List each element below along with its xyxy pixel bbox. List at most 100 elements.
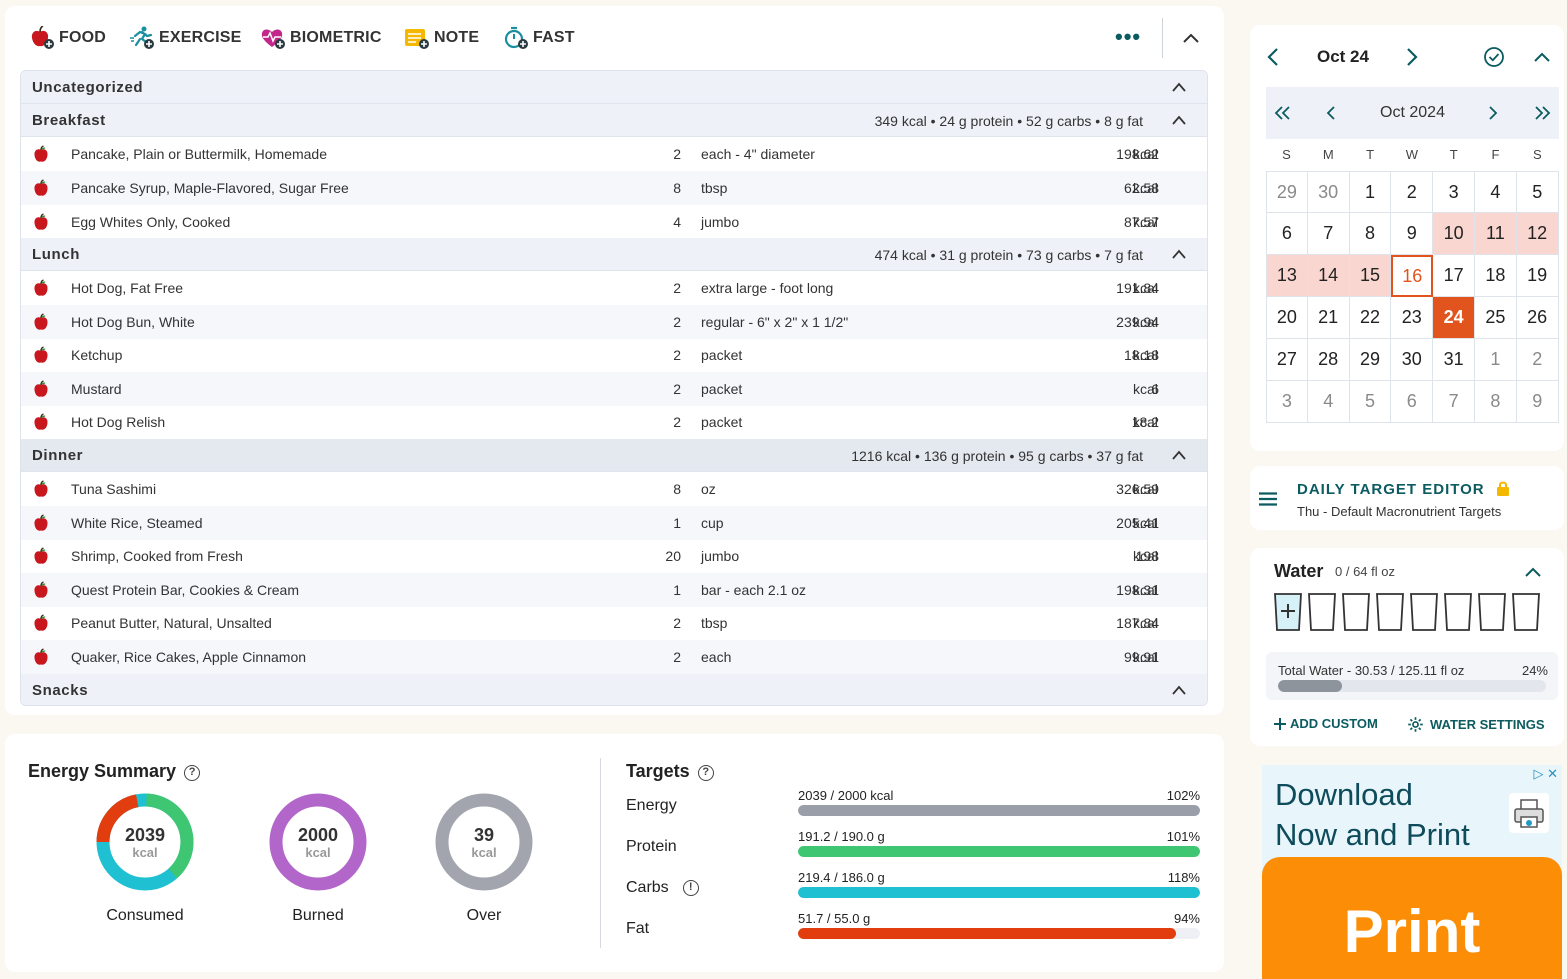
chevron-up-icon[interactable] (1171, 114, 1187, 126)
calendar-day[interactable]: 29 (1349, 339, 1392, 381)
food-unit[interactable]: cup (701, 515, 724, 531)
chevron-up-icon[interactable] (1171, 248, 1187, 260)
food-quantity[interactable]: 8 (641, 180, 681, 196)
food-entry-row[interactable]: Hot Dog, Fat Free 2 extra large - foot lon… (21, 271, 1207, 305)
food-name[interactable]: Egg Whites Only, Cooked (71, 214, 230, 230)
calendar-day[interactable]: 15 (1349, 255, 1392, 297)
advertisement[interactable]: Download Now and Print ▷ ✕ Print (1262, 765, 1562, 979)
food-entry-row[interactable]: Pancake, Plain or Buttermilk, Homemade 2 e… (21, 137, 1207, 171)
calendar-day[interactable]: 26 (1516, 297, 1559, 339)
calendar-day[interactable]: 25 (1475, 297, 1517, 339)
daily-target-editor[interactable]: DAILY TARGET EDITOR Thu - Default Macron… (1250, 466, 1564, 530)
food-entry-row[interactable]: Peanut Butter, Natural, Unsalted 2 tbsp 187… (21, 606, 1207, 640)
calendar-day[interactable]: 2 (1391, 171, 1434, 213)
food-name[interactable]: White Rice, Steamed (71, 515, 203, 531)
calendar-day[interactable]: 10 (1433, 213, 1475, 255)
add-custom-water-button[interactable]: ADD CUSTOM (1273, 716, 1378, 731)
food-name[interactable]: Shrimp, Cooked from Fresh (71, 548, 243, 564)
calendar-day[interactable]: 3 (1433, 171, 1475, 213)
food-name[interactable]: Pancake Syrup, Maple-Flavored, Sugar Fre… (71, 180, 349, 196)
food-quantity[interactable]: 1 (641, 582, 681, 598)
empty-glass-icon[interactable] (1444, 592, 1472, 632)
calendar-day[interactable]: 1 (1475, 339, 1517, 381)
calendar-day[interactable]: 30 (1307, 171, 1350, 213)
calendar-day[interactable]: 20 (1266, 297, 1308, 339)
food-entry-row[interactable]: White Rice, Steamed 1 cup 205.41 kcal (21, 505, 1207, 540)
calendar-day[interactable]: 12 (1516, 213, 1559, 255)
calendar-day[interactable]: 24 (1433, 297, 1475, 339)
menu-icon[interactable] (1259, 492, 1277, 506)
food-unit[interactable]: extra large - foot long (701, 280, 833, 296)
chevron-up-icon[interactable] (1171, 449, 1187, 461)
calendar-day[interactable]: 31 (1433, 339, 1475, 381)
ad-close-icon[interactable]: ▷ ✕ (1533, 766, 1558, 782)
empty-glass-icon[interactable] (1410, 592, 1438, 632)
food-entry-row[interactable]: Shrimp, Cooked from Fresh 20 jumbo 198 kcal (21, 539, 1207, 573)
food-name[interactable]: Pancake, Plain or Buttermilk, Homemade (71, 146, 327, 162)
empty-glass-icon[interactable] (1512, 592, 1540, 632)
food-quantity[interactable]: 2 (641, 414, 681, 430)
calendar-day[interactable]: 21 (1307, 297, 1350, 339)
info-icon[interactable]: ! (682, 880, 699, 896)
collapse-diary-icon[interactable] (1181, 30, 1201, 46)
food-name[interactable]: Peanut Butter, Natural, Unsalted (71, 615, 272, 631)
ad-print-button[interactable]: Print (1262, 857, 1562, 979)
food-name[interactable]: Quest Protein Bar, Cookies & Cream (71, 582, 299, 598)
food-unit[interactable]: regular - 6" x 2" x 1 1/2" (701, 314, 848, 330)
add-glass-icon[interactable] (1274, 592, 1302, 632)
collapse-calendar-icon[interactable] (1533, 50, 1551, 64)
calendar-day[interactable]: 23 (1391, 297, 1434, 339)
add-biometric-button[interactable]: BIOMETRIC (260, 26, 382, 50)
food-quantity[interactable]: 2 (641, 347, 681, 363)
add-note-button[interactable]: NOTE (404, 26, 479, 50)
empty-glass-icon[interactable] (1478, 592, 1506, 632)
calendar-day[interactable]: 30 (1391, 339, 1434, 381)
calendar-day[interactable]: 6 (1391, 381, 1434, 423)
add-fast-button[interactable]: FAST (503, 26, 575, 50)
food-unit[interactable]: tbsp (701, 180, 727, 196)
food-quantity[interactable]: 8 (641, 481, 681, 497)
food-unit[interactable]: packet (701, 381, 742, 397)
calendar-day[interactable]: 3 (1266, 381, 1308, 423)
calendar-day[interactable]: 7 (1433, 381, 1475, 423)
calendar-day[interactable]: 6 (1266, 213, 1308, 255)
food-name[interactable]: Quaker, Rice Cakes, Apple Cinnamon (71, 649, 306, 665)
food-name[interactable]: Hot Dog Relish (71, 414, 165, 430)
food-entry-row[interactable]: Ketchup 2 packet 18.18 kcal (21, 338, 1207, 372)
calendar-day[interactable]: 14 (1307, 255, 1350, 297)
prev-day-icon[interactable] (1266, 47, 1280, 67)
calendar-day[interactable]: 8 (1349, 213, 1392, 255)
food-name[interactable]: Hot Dog, Fat Free (71, 280, 183, 296)
food-entry-row[interactable]: Hot Dog Relish 2 packet 18.2 kcal (21, 405, 1207, 439)
calendar-day[interactable]: 29 (1266, 171, 1308, 213)
food-quantity[interactable]: 2 (641, 314, 681, 330)
calendar-day[interactable]: 7 (1307, 213, 1350, 255)
next-day-icon[interactable] (1405, 47, 1419, 67)
calendar-day[interactable]: 5 (1516, 171, 1559, 213)
collapse-water-icon[interactable] (1524, 565, 1542, 579)
calendar-day[interactable]: 8 (1475, 381, 1517, 423)
food-entry-row[interactable]: Tuna Sashimi 8 oz 326.59 kcal (21, 472, 1207, 506)
food-entry-row[interactable]: Quaker, Rice Cakes, Apple Cinnamon 2 each 9… (21, 640, 1207, 674)
empty-glass-icon[interactable] (1376, 592, 1404, 632)
food-unit[interactable]: packet (701, 414, 742, 430)
food-entry-row[interactable]: Quest Protein Bar, Cookies & Cream 1 bar -… (21, 572, 1207, 607)
food-quantity[interactable]: 2 (641, 381, 681, 397)
group-uncategorized[interactable]: Uncategorized (21, 71, 1207, 104)
calendar-day[interactable]: 9 (1516, 381, 1559, 423)
food-unit[interactable]: oz (701, 481, 716, 497)
add-exercise-button[interactable]: EXERCISE (129, 26, 242, 50)
calendar-day[interactable]: 13 (1266, 255, 1308, 297)
calendar-day[interactable]: 4 (1475, 171, 1517, 213)
food-quantity[interactable]: 4 (641, 214, 681, 230)
calendar-day[interactable]: 9 (1391, 213, 1434, 255)
help-icon[interactable]: ? (184, 765, 201, 781)
food-unit[interactable]: tbsp (701, 615, 727, 631)
food-entry-row[interactable]: Mustard 2 packet 6 kcal (21, 371, 1207, 406)
food-entry-row[interactable]: Pancake Syrup, Maple-Flavored, Sugar Fre… (21, 171, 1207, 205)
add-food-button[interactable]: FOOD (29, 26, 106, 50)
group-lunch[interactable]: Lunch 474 kcal • 31 g protein • 73 g car… (21, 238, 1207, 271)
food-unit[interactable]: each (701, 649, 731, 665)
food-entry-row[interactable]: Hot Dog Bun, White 2 regular - 6" x 2" x 1… (21, 304, 1207, 339)
selected-date[interactable]: Oct 24 (1306, 47, 1380, 67)
